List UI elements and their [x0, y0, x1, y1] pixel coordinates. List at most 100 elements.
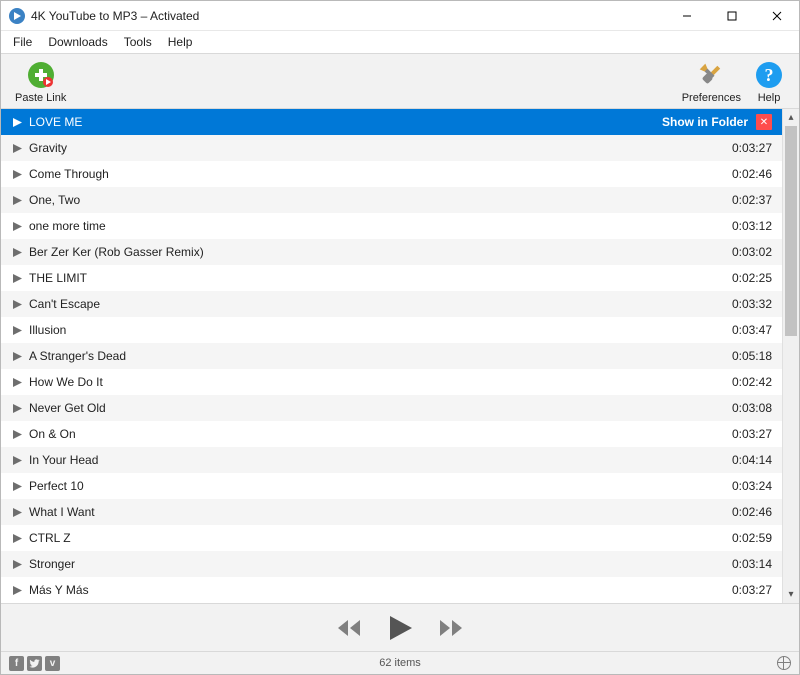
track-duration: 0:03:32: [716, 297, 772, 311]
track-title: In Your Head: [29, 453, 716, 467]
track-duration: 0:02:46: [716, 505, 772, 519]
menu-help[interactable]: Help: [160, 33, 201, 51]
help-button[interactable]: ? Help: [747, 57, 791, 106]
paste-link-label: Paste Link: [15, 92, 66, 104]
play-indicator-icon: [11, 274, 23, 283]
play-indicator-icon: [11, 508, 23, 517]
track-row[interactable]: Más Y MásShow in Folder✕0:03:27: [1, 577, 782, 603]
track-row[interactable]: Come ThroughShow in Folder✕0:02:46: [1, 161, 782, 187]
toolbar: Paste Link Preferences ?: [1, 53, 799, 109]
play-indicator-icon: [11, 456, 23, 465]
track-title: Can't Escape: [29, 297, 716, 311]
track-duration: 0:03:47: [716, 323, 772, 337]
play-button[interactable]: [386, 614, 414, 642]
track-duration: 0:02:25: [716, 271, 772, 285]
track-row[interactable]: StrongerShow in Folder✕0:03:14: [1, 551, 782, 577]
help-icon: ?: [753, 59, 785, 91]
play-indicator-icon: [11, 352, 23, 361]
track-title: Come Through: [29, 167, 716, 181]
track-row[interactable]: What I WantShow in Folder✕0:02:46: [1, 499, 782, 525]
maximize-button[interactable]: [709, 1, 754, 31]
show-in-folder-link[interactable]: Show in Folder: [662, 115, 748, 129]
track-row[interactable]: CTRL ZShow in Folder✕0:02:59: [1, 525, 782, 551]
track-row[interactable]: one more timeShow in Folder✕0:03:12: [1, 213, 782, 239]
close-button[interactable]: [754, 1, 799, 31]
vimeo-icon[interactable]: v: [45, 656, 60, 671]
play-indicator-icon: [11, 248, 23, 257]
track-duration: 0:02:42: [716, 375, 772, 389]
play-indicator-icon: [11, 326, 23, 335]
track-duration: 0:02:46: [716, 167, 772, 181]
track-duration: 0:04:14: [716, 453, 772, 467]
track-duration: 0:03:14: [716, 557, 772, 571]
svg-text:?: ?: [765, 65, 774, 85]
previous-button[interactable]: [336, 618, 362, 638]
track-title: Perfect 10: [29, 479, 716, 493]
menu-file[interactable]: File: [5, 33, 40, 51]
track-row[interactable]: THE LIMITShow in Folder✕0:02:25: [1, 265, 782, 291]
track-row[interactable]: A Stranger's DeadShow in Folder✕0:05:18: [1, 343, 782, 369]
play-indicator-icon: [11, 170, 23, 179]
preferences-button[interactable]: Preferences: [676, 57, 747, 106]
minimize-button[interactable]: [664, 1, 709, 31]
track-title: Never Get Old: [29, 401, 716, 415]
track-duration: 0:03:27: [716, 427, 772, 441]
track-duration: 0:03:27: [716, 583, 772, 597]
paste-link-button[interactable]: Paste Link: [9, 57, 72, 106]
preferences-icon: [695, 59, 727, 91]
scroll-up-arrow[interactable]: ▴: [783, 109, 799, 126]
track-title: LOVE ME: [29, 115, 652, 129]
track-row[interactable]: IllusionShow in Folder✕0:03:47: [1, 317, 782, 343]
track-row[interactable]: How We Do ItShow in Folder✕0:02:42: [1, 369, 782, 395]
play-indicator-icon: [11, 196, 23, 205]
track-title: Gravity: [29, 141, 716, 155]
twitter-icon[interactable]: [27, 656, 42, 671]
track-row[interactable]: In Your HeadShow in Folder✕0:04:14: [1, 447, 782, 473]
track-duration: 0:02:37: [716, 193, 772, 207]
app-window: 4K YouTube to MP3 – Activated File Downl…: [0, 0, 800, 675]
app-icon: [9, 8, 25, 24]
titlebar: 4K YouTube to MP3 – Activated: [1, 1, 799, 31]
track-row[interactable]: GravityShow in Folder✕0:03:27: [1, 135, 782, 161]
track-row[interactable]: LOVE ME Show in Folder ✕: [1, 109, 782, 135]
next-button[interactable]: [438, 618, 464, 638]
scrollbar-thumb[interactable]: [785, 126, 797, 336]
track-row[interactable]: Never Get OldShow in Folder✕0:03:08: [1, 395, 782, 421]
remove-track-button[interactable]: ✕: [756, 114, 772, 130]
track-duration: 0:05:18: [716, 349, 772, 363]
paste-link-icon: [25, 59, 57, 91]
track-title: A Stranger's Dead: [29, 349, 716, 363]
globe-icon[interactable]: [777, 656, 791, 670]
facebook-icon[interactable]: f: [9, 656, 24, 671]
play-indicator-icon: [11, 222, 23, 231]
track-title: one more time: [29, 219, 716, 233]
track-row[interactable]: Perfect 10Show in Folder✕0:03:24: [1, 473, 782, 499]
track-duration: 0:02:59: [716, 531, 772, 545]
track-title: Ber Zer Ker (Rob Gasser Remix): [29, 245, 716, 259]
menu-downloads[interactable]: Downloads: [40, 33, 115, 51]
track-title: Más Y Más: [29, 583, 716, 597]
play-indicator-icon: [11, 404, 23, 413]
window-title: 4K YouTube to MP3 – Activated: [31, 9, 199, 23]
menu-tools[interactable]: Tools: [116, 33, 160, 51]
vertical-scrollbar[interactable]: ▴ ▾: [782, 109, 799, 603]
track-row[interactable]: One, TwoShow in Folder✕0:02:37: [1, 187, 782, 213]
track-duration: 0:03:27: [716, 141, 772, 155]
track-row[interactable]: Can't EscapeShow in Folder✕0:03:32: [1, 291, 782, 317]
help-label: Help: [758, 92, 781, 104]
item-count: 62 items: [1, 657, 799, 669]
track-title: How We Do It: [29, 375, 716, 389]
menubar: File Downloads Tools Help: [1, 31, 799, 53]
track-row[interactable]: On & OnShow in Folder✕0:03:27: [1, 421, 782, 447]
track-row[interactable]: Ber Zer Ker (Rob Gasser Remix)Show in Fo…: [1, 239, 782, 265]
track-duration: 0:03:12: [716, 219, 772, 233]
track-title: One, Two: [29, 193, 716, 207]
track-list[interactable]: LOVE ME Show in Folder ✕ GravityShow in Fol…: [1, 109, 782, 603]
track-title: Illusion: [29, 323, 716, 337]
play-indicator-icon: [11, 430, 23, 439]
play-indicator-icon: [11, 118, 23, 127]
track-duration: 0:03:08: [716, 401, 772, 415]
scroll-down-arrow[interactable]: ▾: [783, 586, 799, 603]
track-title: On & On: [29, 427, 716, 441]
play-indicator-icon: [11, 378, 23, 387]
